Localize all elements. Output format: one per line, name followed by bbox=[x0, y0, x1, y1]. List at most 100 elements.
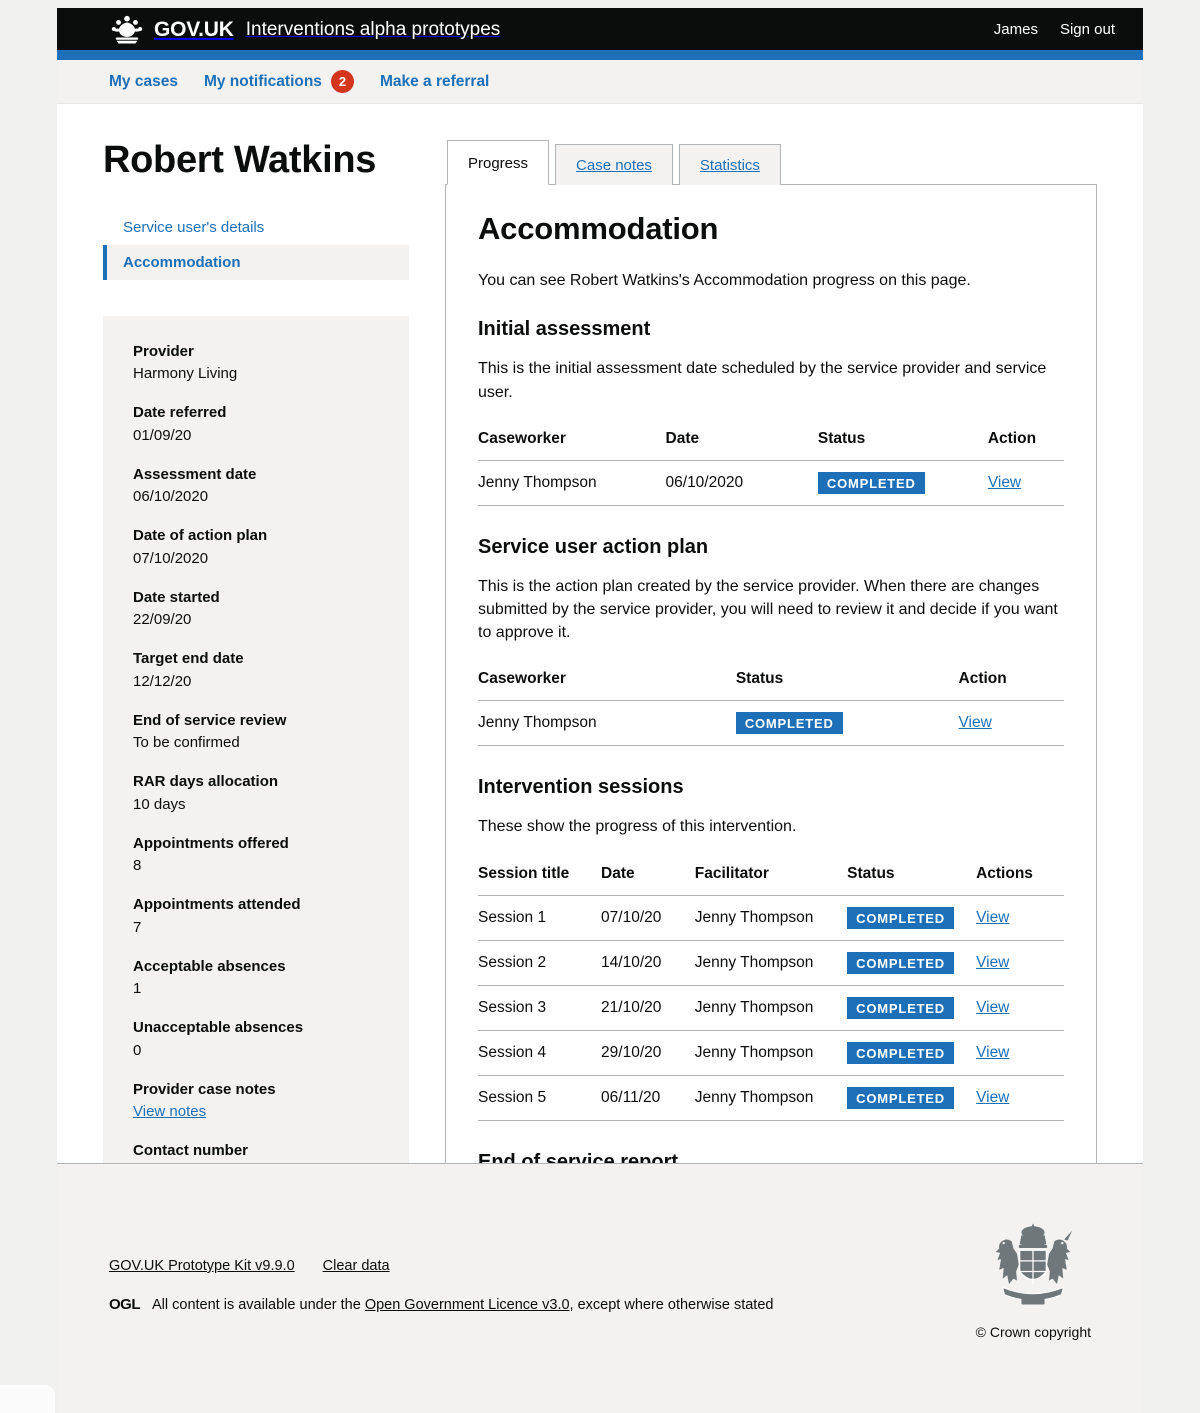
column-header-status: Status bbox=[817, 429, 988, 461]
table-row: Jenny Thompson 06/10/2020 COMPLETED View bbox=[478, 460, 1064, 506]
detail-rar-days-allocation: RAR days allocation 10 days bbox=[133, 772, 379, 815]
detail-label: End of service review bbox=[133, 711, 287, 729]
detail-label: Appointments attended bbox=[133, 896, 301, 914]
tab-progress[interactable]: Progress bbox=[447, 140, 550, 186]
cell-date: 14/10/20 bbox=[601, 940, 695, 986]
nav-item-label: My cases bbox=[109, 72, 178, 90]
sign-out-link[interactable]: Sign out bbox=[1060, 21, 1115, 38]
sidebar-navigation: Service user's details Accommodation bbox=[103, 210, 409, 280]
nav-item-label: Make a referral bbox=[379, 72, 490, 90]
header-account-area: James Sign out bbox=[994, 21, 1115, 38]
footer-left: GOV.UK Prototype Kit v9.9.0 Clear data O… bbox=[109, 1208, 773, 1313]
nav-item-make-a-referral[interactable]: Make a referral bbox=[380, 73, 489, 91]
detail-label: Acceptable absences bbox=[133, 957, 286, 975]
left-column: Robert Watkins Service user's details Ac… bbox=[103, 139, 421, 1277]
view-link[interactable]: View bbox=[976, 1044, 1009, 1061]
cell-session-title: Session 1 bbox=[478, 895, 602, 941]
view-link[interactable]: View bbox=[959, 714, 992, 731]
view-link[interactable]: View bbox=[976, 954, 1009, 971]
licence-suffix: , except where otherwise stated bbox=[569, 1296, 774, 1313]
column-header-date: Date bbox=[665, 429, 818, 461]
notification-count-badge: 2 bbox=[330, 70, 354, 93]
footer-inner: GOV.UK Prototype Kit v9.9.0 Clear data O… bbox=[109, 1208, 1091, 1413]
view-notes-link[interactable]: View notes bbox=[133, 1103, 206, 1120]
detail-value: 10 days bbox=[133, 795, 186, 813]
tab-list: Progress Case notes Statistics bbox=[445, 140, 1097, 186]
licence-prefix: All content is available under the bbox=[152, 1296, 361, 1313]
status-badge: COMPLETED bbox=[847, 1086, 954, 1109]
nav-item-my-cases[interactable]: My cases bbox=[109, 73, 178, 91]
column-header-action: Action bbox=[987, 429, 1064, 461]
cell-session-title: Session 2 bbox=[478, 940, 602, 986]
prototype-navigation: My cases My notifications 2 Make a refer… bbox=[57, 60, 1143, 104]
licence-text: All content is available under the Open … bbox=[152, 1297, 773, 1313]
view-link[interactable]: View bbox=[988, 474, 1021, 491]
govuk-home-link[interactable]: GOV.UK Interventions alpha prototypes bbox=[109, 14, 500, 44]
column-header-date: Date bbox=[601, 864, 695, 896]
detail-value: 7 bbox=[133, 918, 142, 936]
cell-date: 06/11/20 bbox=[601, 1075, 695, 1121]
cell-date: 29/10/20 bbox=[601, 1030, 695, 1076]
view-link[interactable]: View bbox=[976, 999, 1009, 1016]
detail-unacceptable-absences: Unacceptable absences 0 bbox=[133, 1018, 379, 1061]
column-header-caseworker: Caseworker bbox=[478, 429, 666, 461]
detail-acceptable-absences: Acceptable absences 1 bbox=[133, 957, 379, 1000]
table-header-row: Caseworker Date Status Action bbox=[478, 429, 1064, 461]
cell-date: 07/10/20 bbox=[601, 895, 695, 941]
footer-links: GOV.UK Prototype Kit v9.9.0 Clear data bbox=[109, 1258, 773, 1274]
nav-item-my-notifications[interactable]: My notifications 2 bbox=[204, 70, 354, 93]
panel-title: Accommodation bbox=[478, 211, 719, 247]
view-link[interactable]: View bbox=[976, 1089, 1009, 1106]
cell-facilitator: Jenny Thompson bbox=[694, 1075, 848, 1121]
intervention-sessions-table: Session title Date Facilitator Status Ac… bbox=[478, 864, 1064, 1121]
view-link[interactable]: View bbox=[976, 909, 1009, 926]
cell-date: 21/10/20 bbox=[601, 985, 695, 1031]
detail-value: Harmony Living bbox=[133, 365, 238, 383]
royal-crest-icon bbox=[976, 1220, 1091, 1316]
sidebar-item-service-users-details[interactable]: Service user's details bbox=[103, 210, 409, 245]
section-description-action-plan: This is the action plan created by the s… bbox=[478, 577, 1058, 642]
page-shell: GOV.UK Interventions alpha prototypes Ja… bbox=[57, 8, 1143, 1337]
cell-caseworker: Jenny Thompson bbox=[478, 700, 736, 747]
detail-label: Target end date bbox=[133, 650, 244, 668]
detail-value: 07/10/2020 bbox=[133, 549, 209, 567]
section-heading-intervention-sessions: Intervention sessions bbox=[478, 776, 684, 799]
section-heading-action-plan: Service user action plan bbox=[478, 535, 709, 558]
detail-value: To be confirmed bbox=[133, 734, 240, 752]
prototype-kit-link[interactable]: GOV.UK Prototype Kit v9.9.0 bbox=[109, 1258, 295, 1274]
referral-details-panel: Provider Harmony Living Date referred 01… bbox=[103, 315, 409, 1214]
table-row: Session 2 14/10/20 Jenny Thompson COMPLE… bbox=[478, 940, 1064, 986]
detail-label: Date started bbox=[133, 588, 220, 606]
tab-case-notes[interactable]: Case notes bbox=[555, 144, 673, 186]
table-row: Session 3 21/10/20 Jenny Thompson COMPLE… bbox=[478, 985, 1064, 1031]
account-user-name[interactable]: James bbox=[994, 21, 1038, 38]
section-description-initial-assessment: This is the initial assessment date sche… bbox=[478, 360, 1047, 401]
detail-label: Contact number bbox=[133, 1142, 249, 1160]
cell-session-title: Session 3 bbox=[478, 985, 602, 1031]
section-heading-initial-assessment: Initial assessment bbox=[478, 318, 651, 341]
column-header-action: Action bbox=[958, 670, 1064, 702]
crown-icon bbox=[109, 14, 145, 44]
main-content: Robert Watkins Service user's details Ac… bbox=[57, 104, 1143, 1337]
detail-date-referred: Date referred 01/09/20 bbox=[133, 403, 379, 446]
column-header-caseworker: Caseworker bbox=[478, 670, 736, 702]
detail-date-of-action-plan: Date of action plan 07/10/2020 bbox=[133, 526, 379, 569]
tab-statistics[interactable]: Statistics bbox=[678, 144, 781, 186]
sidebar-item-accommodation[interactable]: Accommodation bbox=[103, 244, 409, 280]
column-header-actions: Actions bbox=[976, 864, 1064, 896]
detail-date-started: Date started 22/09/20 bbox=[133, 588, 379, 631]
open-government-licence-link[interactable]: Open Government Licence v3.0 bbox=[365, 1297, 570, 1313]
detail-label: Assessment date bbox=[133, 465, 257, 483]
column-header-status: Status bbox=[847, 864, 977, 896]
licence-row: OGL All content is available under the O… bbox=[109, 1296, 773, 1313]
cell-session-title: Session 4 bbox=[478, 1030, 602, 1076]
cell-date: 06/10/2020 bbox=[665, 460, 818, 506]
clear-data-link[interactable]: Clear data bbox=[323, 1258, 390, 1274]
detail-value: 8 bbox=[133, 857, 142, 875]
nav-item-label: My notifications bbox=[203, 72, 322, 90]
initial-assessment-table: Caseworker Date Status Action Jenny Thom… bbox=[478, 429, 1064, 506]
detail-label: Provider bbox=[133, 342, 194, 360]
section-description-intervention-sessions: These show the progress of this interven… bbox=[478, 818, 797, 836]
detail-value: 22/09/20 bbox=[133, 611, 192, 629]
page-title: Robert Watkins bbox=[103, 139, 377, 181]
